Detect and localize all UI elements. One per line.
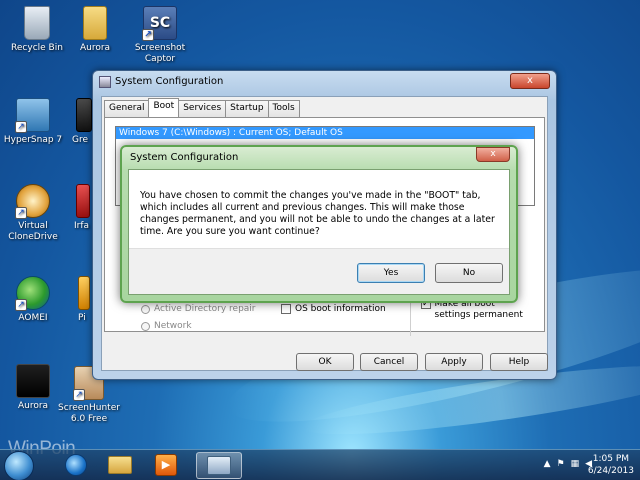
checkbox[interactable]: [281, 304, 291, 314]
msconfig-icon: [207, 456, 231, 475]
apply-button[interactable]: Apply: [425, 353, 483, 371]
tab-general[interactable]: General: [104, 100, 150, 117]
taskbar-media-player-button[interactable]: ▶: [146, 452, 186, 479]
yes-button[interactable]: Yes: [357, 263, 425, 283]
irfanview-icon[interactable]: Irfa: [50, 184, 94, 232]
shortcut-arrow-icon: ↗: [15, 207, 27, 219]
network-option[interactable]: Network: [141, 321, 192, 331]
dialog-body: You have chosen to commit the changes yo…: [128, 169, 510, 295]
no-button[interactable]: No: [435, 263, 503, 283]
show-hidden-icons-icon[interactable]: ▲: [544, 459, 551, 469]
tab-strip: General Boot Services Startup Tools: [104, 98, 300, 117]
desktop-icon-label: Recycle Bin: [11, 43, 63, 53]
trash-icon: [24, 6, 50, 40]
dialog-title: System Configuration: [130, 152, 239, 163]
dialog-message: You have chosen to commit the changes yo…: [140, 190, 495, 237]
tab-startup[interactable]: Startup: [225, 100, 269, 117]
sheep-disc-icon: ↗: [15, 184, 50, 219]
clock[interactable]: 1:05 PM 6/24/2013: [588, 453, 634, 477]
option-label: OS boot information: [295, 304, 386, 314]
aurora-monitor-icon: [16, 364, 50, 398]
taskbar-msconfig-button[interactable]: [196, 452, 242, 479]
cancel-button[interactable]: Cancel: [360, 353, 418, 371]
clock-date: 6/24/2013: [587, 466, 634, 476]
desktop-icon-label: Aurora: [17, 401, 49, 411]
folder-icon: [83, 6, 107, 40]
taskbar-explorer-button[interactable]: [100, 452, 140, 479]
help-button[interactable]: Help: [490, 353, 548, 371]
app-icon: [76, 184, 90, 218]
desktop-icon-label: Pi: [78, 313, 86, 323]
desktop-icon-label: Screenshot Captor: [134, 43, 186, 64]
camera-icon: ↗: [15, 98, 50, 133]
folder-icon: [108, 456, 132, 474]
screenshot-captor-icon[interactable]: SC ↗ Screenshot Captor: [123, 6, 197, 65]
gre-app-icon[interactable]: Gre: [50, 98, 94, 146]
tab-services[interactable]: Services: [178, 100, 227, 117]
app-icon: [78, 276, 90, 310]
desktop-icon-label: Gre: [72, 135, 89, 145]
desktop-icon-label: Irfa: [74, 221, 90, 231]
desktop-icon-label: ScreenHunter 6.0 Free: [58, 403, 120, 424]
shortcut-arrow-icon: ↗: [15, 299, 27, 311]
window-title: System Configuration: [115, 76, 224, 87]
shortcut-arrow-icon: ↗: [15, 121, 27, 133]
desktop-icon-label: Aurora: [79, 43, 111, 53]
network-icon[interactable]: ▦: [571, 459, 580, 469]
system-tray: ▲ ⚑ ▦ ◀: [544, 459, 592, 469]
taskbar: ▶ ▲ ⚑ ▦ ◀ 1:05 PM 6/24/2013: [0, 449, 640, 480]
taskbar-ie-button[interactable]: [56, 452, 96, 479]
aomei-app-icon: ↗: [15, 276, 50, 311]
sc-app-icon: SC ↗: [142, 6, 177, 41]
dialog-button-bar: Yes No: [129, 248, 509, 294]
aurora-folder-icon[interactable]: Aurora: [58, 6, 132, 54]
play-icon: ▶: [155, 454, 177, 476]
tab-tools[interactable]: Tools: [267, 100, 300, 117]
tab-boot[interactable]: Boot: [148, 98, 180, 117]
radio-button[interactable]: [141, 304, 150, 314]
radio-button[interactable]: [141, 321, 150, 331]
option-label: Network: [154, 321, 192, 331]
confirm-dialog: System Configuration x You have chosen t…: [120, 145, 518, 303]
pi-app-icon[interactable]: Pi: [50, 276, 94, 324]
app-icon: [76, 98, 92, 132]
desktop-icon-label: AOMEI: [18, 313, 48, 323]
internet-explorer-icon: [65, 454, 87, 476]
shortcut-arrow-icon: ↗: [73, 389, 85, 401]
ok-button[interactable]: OK: [296, 353, 354, 371]
clock-time: 1:05 PM: [592, 454, 630, 464]
shortcut-arrow-icon: ↗: [142, 29, 154, 41]
os-boot-information-option[interactable]: OS boot information: [281, 304, 386, 314]
dialog-close-button[interactable]: x: [476, 147, 510, 162]
msconfig-icon: [99, 76, 111, 88]
os-list-item-selected[interactable]: Windows 7 (C:\Windows) : Current OS; Def…: [116, 127, 534, 139]
action-center-flag-icon[interactable]: ⚑: [556, 459, 564, 469]
window-close-button[interactable]: x: [510, 73, 550, 89]
start-button[interactable]: [4, 451, 34, 480]
option-label: Active Directory repair: [154, 304, 256, 314]
active-directory-repair-option[interactable]: Active Directory repair: [141, 304, 256, 314]
